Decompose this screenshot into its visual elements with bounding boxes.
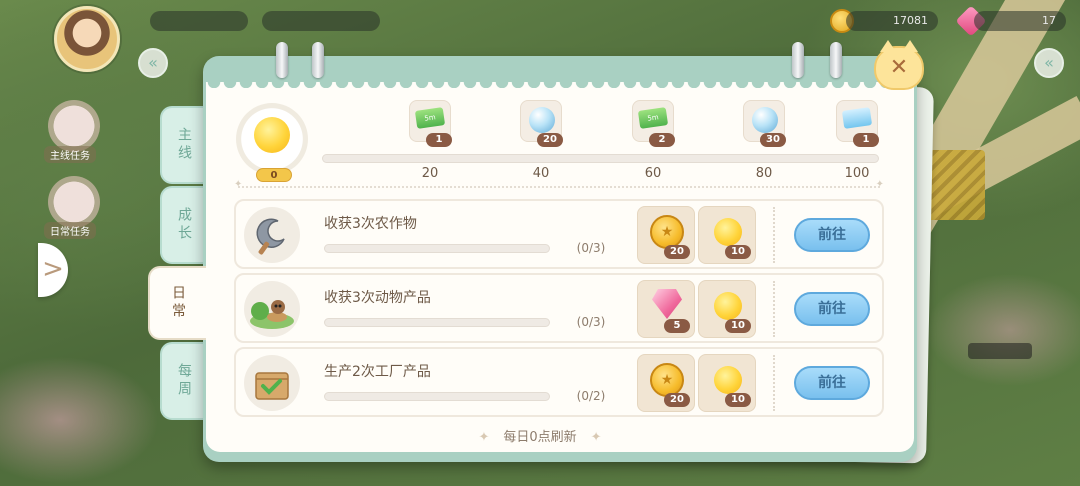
- crop-field: [925, 150, 985, 220]
- reward-sun: 10: [698, 354, 756, 412]
- back-icon[interactable]: «: [138, 48, 168, 78]
- task-row: 生产2次工厂产品 (0/2) ★ 20 10 前往: [234, 347, 884, 417]
- daily-quest-label: 日常任务: [44, 222, 96, 239]
- binder-ring: [276, 42, 288, 78]
- reward-count: 10: [725, 393, 751, 407]
- tab-label: 日常: [170, 285, 186, 321]
- building-tag: [968, 343, 1032, 359]
- reward-coin: ★ 20: [637, 206, 695, 264]
- tab-weekly[interactable]: 每周: [160, 342, 206, 420]
- task-title: 收获3次农作物: [324, 216, 417, 232]
- milestone-count: 1: [853, 133, 879, 147]
- milestone-reward-80[interactable]: 30: [743, 100, 786, 147]
- gem-counter: 17: [974, 11, 1066, 31]
- pearl-icon: [529, 107, 555, 133]
- sun-icon: [714, 292, 742, 320]
- section-divider: [234, 179, 884, 192]
- binder-ring: [792, 42, 804, 78]
- task-title: 收获3次动物产品: [324, 290, 431, 306]
- tab-label: 每周: [176, 363, 192, 399]
- milestone-count: 2: [649, 133, 675, 147]
- milestone-reward-20[interactable]: 5m 1: [409, 100, 452, 147]
- go-button[interactable]: 前往: [794, 218, 870, 252]
- row-separator: [773, 281, 775, 337]
- main-quest-label: 主线任务: [44, 146, 96, 163]
- animal-nest-icon: [244, 281, 300, 337]
- activity-progress-bar: [322, 154, 879, 163]
- player-avatar[interactable]: [54, 6, 120, 72]
- task-progress-bar: [324, 244, 550, 253]
- back-icon-right[interactable]: «: [1034, 48, 1064, 78]
- tab-label: 主线: [176, 127, 192, 163]
- coin-icon: ★: [650, 363, 684, 397]
- task-progress-text: (0/3): [576, 241, 606, 255]
- coin-counter: 17081: [846, 11, 938, 31]
- sickle-icon: [244, 207, 300, 263]
- go-button[interactable]: 前往: [794, 292, 870, 326]
- expand-arrow-icon[interactable]: >: [38, 243, 68, 297]
- box-check-icon: [244, 355, 300, 411]
- main-quest-badge[interactable]: [48, 100, 100, 152]
- close-button[interactable]: ✕: [874, 40, 924, 90]
- daily-quest-badge[interactable]: [48, 176, 100, 228]
- milestone-value: 60: [644, 166, 662, 181]
- ticket-5m-icon: 5m: [414, 107, 446, 129]
- milestone-value: 100: [844, 166, 870, 181]
- milestone-count: 20: [537, 133, 563, 147]
- activity-points-display: [236, 103, 308, 175]
- reward-count: 10: [725, 245, 751, 259]
- close-icon: ✕: [889, 55, 909, 80]
- row-separator: [773, 207, 775, 263]
- gem-icon: [652, 289, 682, 319]
- milestone-reward-40[interactable]: 20: [520, 100, 563, 147]
- reward-coin: ★ 20: [637, 354, 695, 412]
- pearl-icon: [752, 107, 778, 133]
- milestone-count: 30: [760, 133, 786, 147]
- activity-points-value: 0: [256, 168, 292, 182]
- task-progress-text: (0/2): [576, 389, 606, 403]
- milestone-reward-60[interactable]: 5m 2: [632, 100, 675, 147]
- reward-count: 20: [664, 245, 690, 259]
- task-progress-bar: [324, 318, 550, 327]
- milestone-value: 40: [532, 166, 550, 181]
- tab-label: 成长: [176, 207, 192, 243]
- coin-icon: ★: [650, 215, 684, 249]
- tab-growth[interactable]: 成长: [160, 186, 206, 264]
- task-row: 收获3次动物产品 (0/3) 5 10 前往: [234, 273, 884, 343]
- refresh-note-text: 每日0点刷新: [503, 430, 577, 445]
- ticket-blue-icon: [841, 107, 873, 129]
- row-separator: [773, 355, 775, 411]
- tab-main[interactable]: 主线: [160, 106, 206, 184]
- reward-count: 5: [664, 319, 690, 333]
- go-button[interactable]: 前往: [794, 366, 870, 400]
- task-progress-text: (0/3): [576, 315, 606, 329]
- binder-ring: [312, 42, 324, 78]
- task-title: 生产2次工厂产品: [324, 364, 431, 380]
- milestone-reward-100[interactable]: 1: [836, 100, 879, 147]
- hud-bar: [262, 11, 380, 31]
- tab-daily[interactable]: 日常: [148, 266, 206, 340]
- task-progress-bar: [324, 392, 550, 401]
- xp-bar: [150, 11, 248, 31]
- reward-sun: 10: [698, 280, 756, 338]
- refresh-note: ✦ 每日0点刷新 ✦: [0, 426, 1080, 445]
- reward-count: 10: [725, 319, 751, 333]
- sparkle-icon: ✦: [478, 430, 490, 445]
- milestone-value: 80: [755, 166, 773, 181]
- top-hud: 17081 17: [0, 0, 1080, 72]
- sun-icon: [714, 366, 742, 394]
- milestone-value: 20: [421, 166, 439, 181]
- reward-gem: 5: [637, 280, 695, 338]
- sparkle-icon: ✦: [590, 430, 602, 445]
- sun-icon: [714, 218, 742, 246]
- ticket-5m-icon: 5m: [637, 107, 669, 129]
- binder-ring: [830, 42, 842, 78]
- milestone-count: 1: [426, 133, 452, 147]
- reward-sun: 10: [698, 206, 756, 264]
- reward-count: 20: [664, 393, 690, 407]
- task-row: 收获3次农作物 (0/3) ★ 20 10 前往: [234, 199, 884, 269]
- sun-icon: [254, 117, 290, 153]
